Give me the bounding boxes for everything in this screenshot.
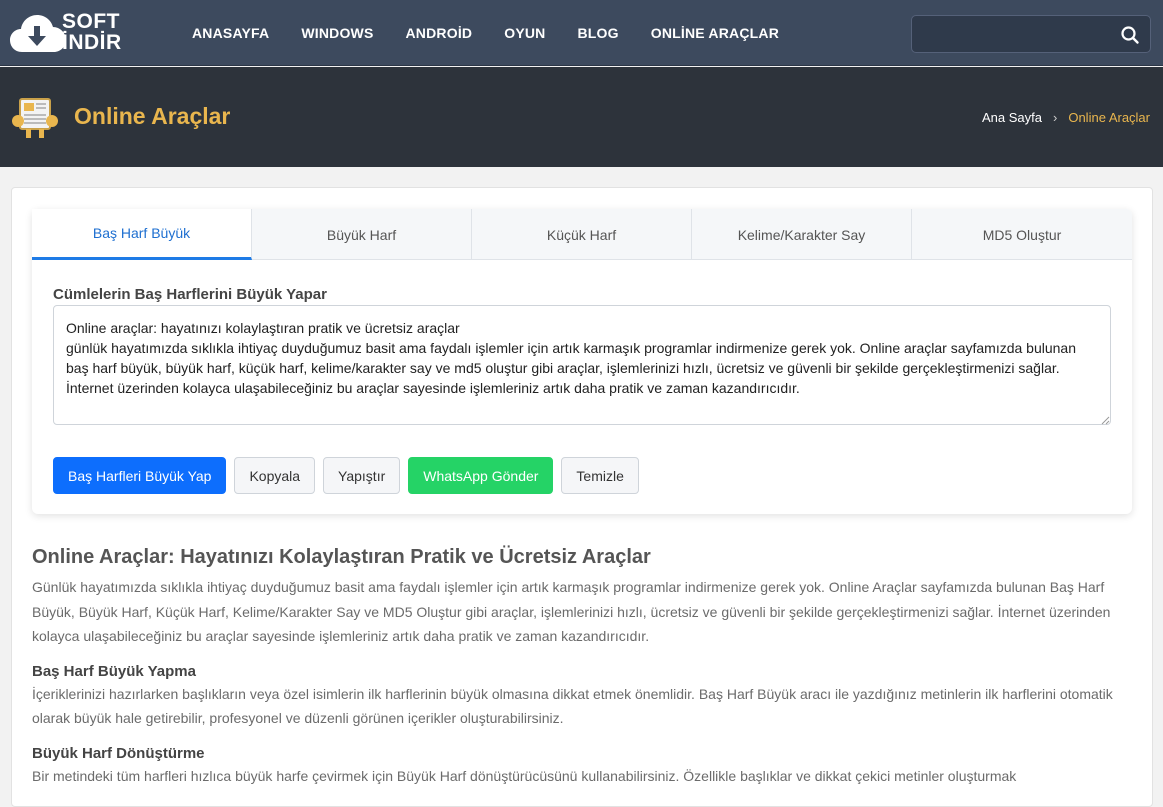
- section-2-text: Bir metindeki tüm harfleri hızlıca büyük…: [32, 767, 1017, 784]
- page-header: Online Araçlar Ana Sayfa › Online Araçla…: [0, 67, 1163, 167]
- nav-online-araclar[interactable]: ONLİNE ARAÇLAR: [635, 25, 795, 41]
- nav-windows[interactable]: WINDOWS: [285, 25, 389, 41]
- search-icon[interactable]: [1120, 25, 1140, 45]
- site-logo[interactable]: SOFT İNDİR: [10, 10, 150, 56]
- tab-md5-olustur[interactable]: MD5 Oluştur: [912, 209, 1132, 260]
- newspaper-icon: [12, 98, 58, 138]
- clear-button[interactable]: Temizle: [561, 457, 639, 494]
- text-input[interactable]: Online araçlar: hayatınızı kolaylaştıran…: [53, 305, 1111, 425]
- copy-button[interactable]: Kopyala: [234, 457, 316, 494]
- article: Online Araçlar: Hayatınızı Kolaylaştıran…: [32, 546, 1132, 788]
- search-input[interactable]: [912, 16, 1112, 52]
- tab-kucuk-harf[interactable]: Küçük Harf: [472, 209, 692, 260]
- main-content: Baş Harf Büyük Büyük Harf Küçük Harf Kel…: [11, 187, 1153, 807]
- convert-button[interactable]: Baş Harfleri Büyük Yap: [53, 457, 227, 494]
- top-navbar: SOFT İNDİR ANASAYFA WINDOWS ANDROİD OYUN…: [0, 0, 1163, 66]
- paste-button[interactable]: Yapıştır: [323, 457, 401, 494]
- article-heading: Online Araçlar: Hayatınızı Kolaylaştıran…: [32, 546, 651, 568]
- section-1-text: İçeriklerinizi hazırlarken başlıkların v…: [32, 685, 1113, 727]
- tool-tabs: Baş Harf Büyük Büyük Harf Küçük Harf Kel…: [32, 209, 1132, 260]
- breadcrumb-separator: ›: [1053, 110, 1058, 125]
- main-nav: ANASAYFA WINDOWS ANDROİD OYUN BLOG ONLİN…: [176, 0, 795, 66]
- logo-text: SOFT İNDİR: [62, 11, 122, 53]
- whatsapp-button[interactable]: WhatsApp Gönder: [408, 457, 554, 494]
- search-box: [911, 15, 1151, 53]
- tab-bas-harf-buyuk[interactable]: Baş Harf Büyük: [32, 209, 252, 260]
- tab-buyuk-harf[interactable]: Büyük Harf: [252, 209, 472, 260]
- tab-kelime-karakter-say[interactable]: Kelime/Karakter Say: [692, 209, 912, 260]
- page-title: Online Araçlar: [74, 103, 231, 129]
- breadcrumb-home[interactable]: Ana Sayfa: [982, 110, 1042, 125]
- tool-label: Cümlelerin Baş Harflerini Büyük Yapar: [53, 286, 327, 303]
- cloud-download-icon: [10, 15, 66, 52]
- nav-blog[interactable]: BLOG: [561, 25, 634, 41]
- nav-android[interactable]: ANDROİD: [390, 25, 489, 41]
- tool-buttons: Baş Harfleri Büyük Yap Kopyala Yapıştır …: [53, 457, 639, 494]
- article-intro: Günlük hayatımızda sıklıkla ihtiyaç duyd…: [32, 579, 1111, 644]
- section-1-title: Baş Harf Büyük Yapma: [32, 662, 196, 680]
- resize-grip-icon[interactable]: [1100, 415, 1110, 425]
- section-2-title: Büyük Harf Dönüştürme: [32, 744, 205, 762]
- breadcrumb-current: Online Araçlar: [1068, 110, 1150, 125]
- nav-oyun[interactable]: OYUN: [488, 25, 561, 41]
- nav-anasayfa[interactable]: ANASAYFA: [176, 25, 285, 41]
- logo-line-2: İNDİR: [62, 31, 122, 54]
- tool-card: Baş Harf Büyük Büyük Harf Küçük Harf Kel…: [32, 209, 1132, 514]
- breadcrumb: Ana Sayfa › Online Araçlar: [982, 110, 1150, 125]
- logo-line-1: SOFT: [62, 10, 120, 33]
